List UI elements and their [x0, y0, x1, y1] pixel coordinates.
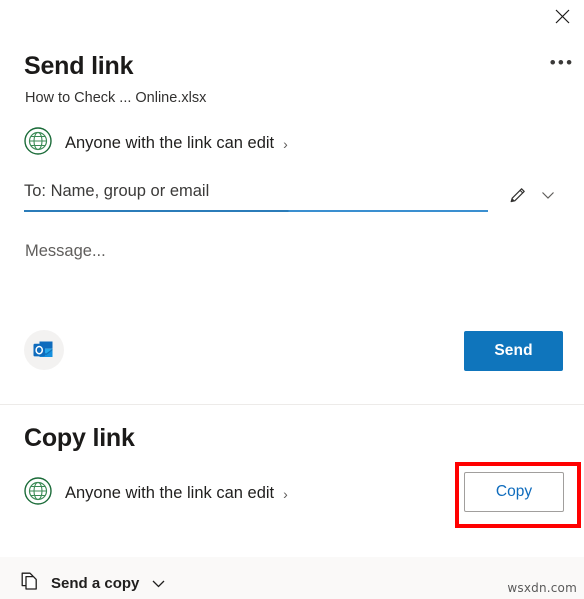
message-input[interactable]: Message...	[25, 242, 106, 261]
outlook-icon	[33, 341, 53, 357]
copy-button[interactable]: Copy	[464, 472, 564, 512]
file-name-label: How to Check ... Online.xlsx	[25, 90, 207, 106]
recipients-underline	[24, 210, 488, 212]
share-dialog: ••• Send link How to Check ... Online.xl…	[0, 0, 584, 599]
page-title: Send link	[24, 52, 134, 80]
chevron-down-icon	[542, 192, 554, 199]
send-link-permission-button[interactable]: Anyone with the link can edit ›	[23, 126, 288, 161]
copy-pages-icon	[19, 570, 41, 597]
watermark: wsxdn.com	[507, 581, 577, 595]
permission-label: Anyone with the link can edit	[65, 134, 275, 152]
chevron-right-icon: ›	[283, 135, 288, 152]
send-a-copy-button[interactable]: Send a copy	[19, 570, 167, 597]
ellipsis-icon: •••	[549, 52, 575, 72]
send-a-copy-label: Send a copy	[51, 575, 140, 592]
copy-link-permission-button[interactable]: Anyone with the link can edit ›	[23, 476, 288, 511]
chevron-down-icon	[150, 575, 167, 592]
copy-link-title: Copy link	[24, 424, 135, 452]
outlook-button[interactable]	[24, 330, 64, 370]
close-icon	[555, 9, 569, 23]
recipients-input[interactable]: To: Name, group or email	[24, 182, 488, 212]
close-button[interactable]	[547, 2, 577, 30]
recipients-expand-button[interactable]	[537, 184, 559, 206]
section-divider	[0, 404, 584, 405]
chevron-right-icon: ›	[283, 485, 288, 502]
message-placeholder: Message...	[25, 242, 106, 260]
edit-permission-button[interactable]	[505, 182, 531, 208]
pencil-icon	[510, 188, 525, 203]
send-button[interactable]: Send	[464, 331, 563, 371]
permission-label: Anyone with the link can edit	[65, 484, 275, 502]
recipients-placeholder: To: Name, group or email	[24, 182, 210, 200]
globe-icon	[23, 126, 53, 161]
more-options-button[interactable]: •••	[548, 50, 576, 74]
globe-icon	[23, 476, 53, 511]
